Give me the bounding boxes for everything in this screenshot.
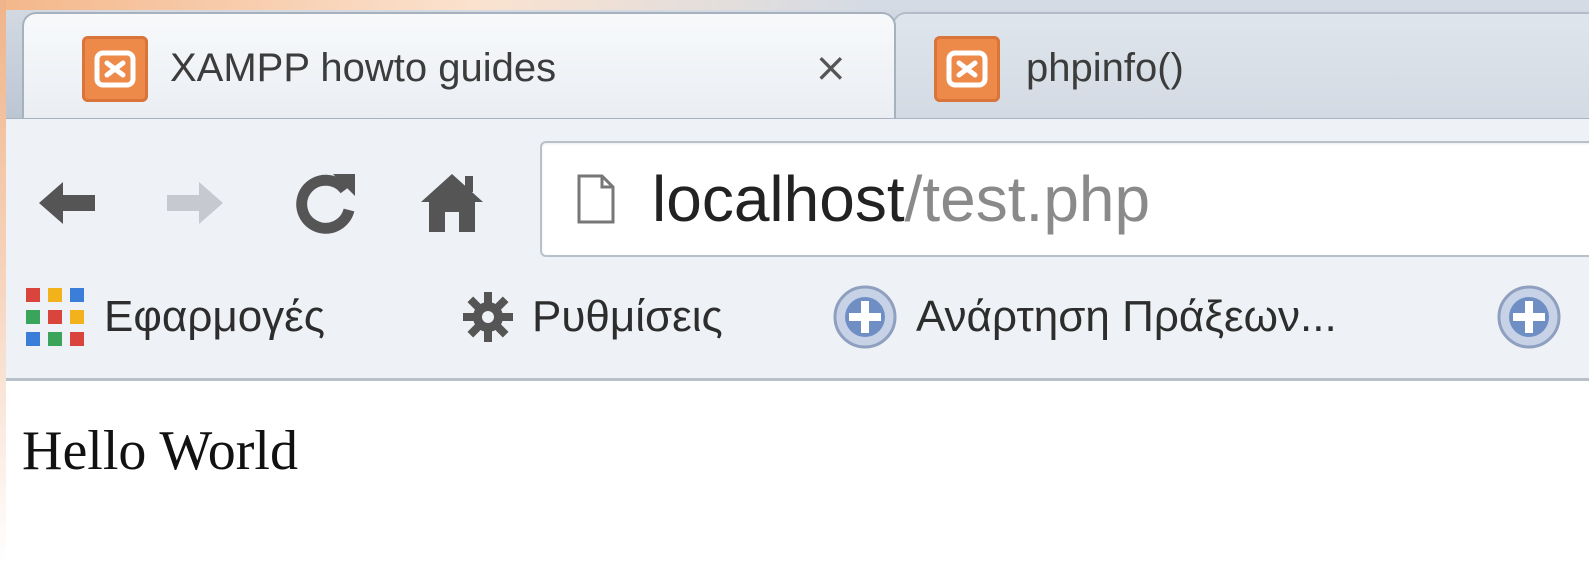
tab-phpinfo[interactable]: phpinfo() xyxy=(892,12,1589,120)
bookmark-label: Ανάρτηση Πράξεων... xyxy=(916,292,1337,341)
tab-title: XAMPP howto guides xyxy=(170,46,557,90)
xampp-icon xyxy=(82,36,148,102)
url-path: /test.php xyxy=(904,163,1151,235)
browser-toolbar: localhost/test.php xyxy=(0,118,1589,261)
address-bar[interactable]: localhost/test.php xyxy=(540,141,1589,257)
url-text: localhost/test.php xyxy=(652,163,1150,235)
reload-icon[interactable] xyxy=(288,167,360,239)
bookmark-label: Εφαρμογές xyxy=(104,292,325,341)
tab-xampp-howto[interactable]: XAMPP howto guides × xyxy=(22,12,896,120)
greek-emblem-icon xyxy=(1496,284,1562,350)
arrow-right-icon xyxy=(160,167,232,239)
gear-icon xyxy=(462,291,514,343)
bookmark-anartisi[interactable]: Ανάρτηση Πράξεων... xyxy=(832,282,1337,352)
apps-grid-icon xyxy=(24,286,86,348)
background-accent xyxy=(0,0,6,563)
bookmark-apps[interactable]: Εφαρμογές xyxy=(24,282,325,352)
bookmark-settings[interactable]: Ρυθμίσεις xyxy=(462,282,723,352)
close-icon[interactable]: × xyxy=(814,48,848,88)
tab-title: phpinfo() xyxy=(1026,46,1184,90)
arrow-left-icon[interactable] xyxy=(30,167,102,239)
home-icon[interactable] xyxy=(416,167,488,239)
bookmarks-bar: Εφαρμογές Ρυθμίσεις Ανάρτηση Πράξεων... xyxy=(0,260,1589,381)
bookmark-label: Ρυθμίσεις xyxy=(532,292,723,341)
greek-emblem-icon xyxy=(832,284,898,350)
background-accent xyxy=(0,0,1589,10)
xampp-icon xyxy=(934,36,1000,102)
bookmark-partial[interactable] xyxy=(1496,282,1580,352)
url-host: localhost xyxy=(652,163,905,235)
page-text: Hello World xyxy=(22,420,298,482)
page-icon xyxy=(577,174,615,224)
page-content: Hello World xyxy=(0,381,1589,563)
